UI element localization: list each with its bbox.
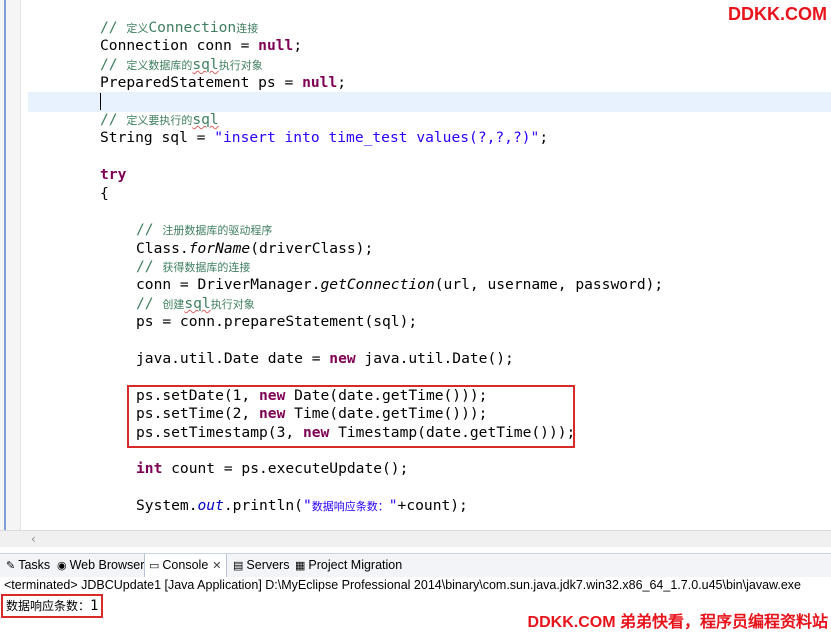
brand-watermark-bottom: DDKK.COM 弟弟快看，程序员编程资料站	[527, 614, 828, 631]
tab-tasks[interactable]: ✎ Tasks	[2, 554, 54, 577]
tab-servers[interactable]: ▤ Servers	[229, 554, 293, 577]
brand-watermark-top: DDKK.COM	[728, 4, 827, 24]
code-line-2: Connection conn = null;	[100, 37, 303, 54]
tasks-icon: ✎	[6, 560, 16, 572]
console-output-box: 数据响应条数：1	[1, 594, 104, 618]
output-value: 1	[90, 598, 99, 614]
code-line-27: System.out.println("数据响应条数："+count);	[136, 497, 468, 514]
servers-icon: ▤	[233, 560, 244, 572]
code-line-14: // 获得数据库的连接	[136, 258, 251, 275]
code-line-3: // 定义数据库的sql执行对象	[100, 56, 263, 73]
code-line-12: // 注册数据库的驱动程序	[136, 221, 273, 238]
code-line-6: // 定义要执行的sql	[100, 111, 219, 128]
tab-project-migration[interactable]: ▦ Project Migration	[291, 554, 406, 577]
tab-web-browser[interactable]: ◉ Web Browser	[53, 554, 148, 577]
highlight-box-setters	[127, 385, 575, 448]
console-icon: ▭	[149, 560, 160, 572]
code-line-4: PreparedStatement ps = null;	[100, 74, 347, 91]
output-label: 数据响应条数：	[6, 599, 91, 613]
code-line-17: ps = conn.prepareStatement(sql);	[136, 313, 418, 330]
migration-icon: ▦	[295, 560, 306, 572]
code-line-15: conn = DriverManager.getConnection(url, …	[136, 276, 664, 293]
code-editor[interactable]: // 定义Connection连接 Connection conn = null…	[0, 0, 831, 530]
scroll-left-icon[interactable]: ‹	[31, 532, 36, 546]
code-line-7: String sql = "insert into time_test valu…	[100, 129, 549, 146]
close-icon[interactable]: ✕	[212, 560, 221, 572]
tab-console[interactable]: ▭ Console ✕	[144, 554, 227, 577]
globe-icon: ◉	[57, 560, 67, 572]
horizontal-scrollbar[interactable]: ‹	[0, 530, 831, 547]
code-line-1: // 定义Connection连接	[100, 19, 259, 36]
view-tab-bar: ✎ Tasks ◉ Web Browser ▭ Console ✕ ▤ Servers ▦…	[0, 553, 831, 578]
editor-ruler	[0, 0, 21, 530]
code-line-10: {	[100, 185, 109, 202]
text-caret	[100, 93, 101, 110]
code-line-9: try	[100, 166, 127, 183]
code-line-16: // 创建sql执行对象	[136, 295, 255, 312]
ruler-marker	[4, 0, 6, 530]
code-line-19: java.util.Date date = new java.util.Date…	[136, 350, 514, 367]
code-line-25: int count = ps.executeUpdate();	[136, 460, 409, 477]
current-line-highlight	[28, 92, 831, 112]
console-view[interactable]: <terminated> JDBCUpdate1 [Java Applicati…	[0, 577, 831, 631]
code-line-13: Class.forName(driverClass);	[136, 240, 374, 257]
terminated-status: <terminated> JDBCUpdate1 [Java Applicati…	[4, 578, 801, 592]
